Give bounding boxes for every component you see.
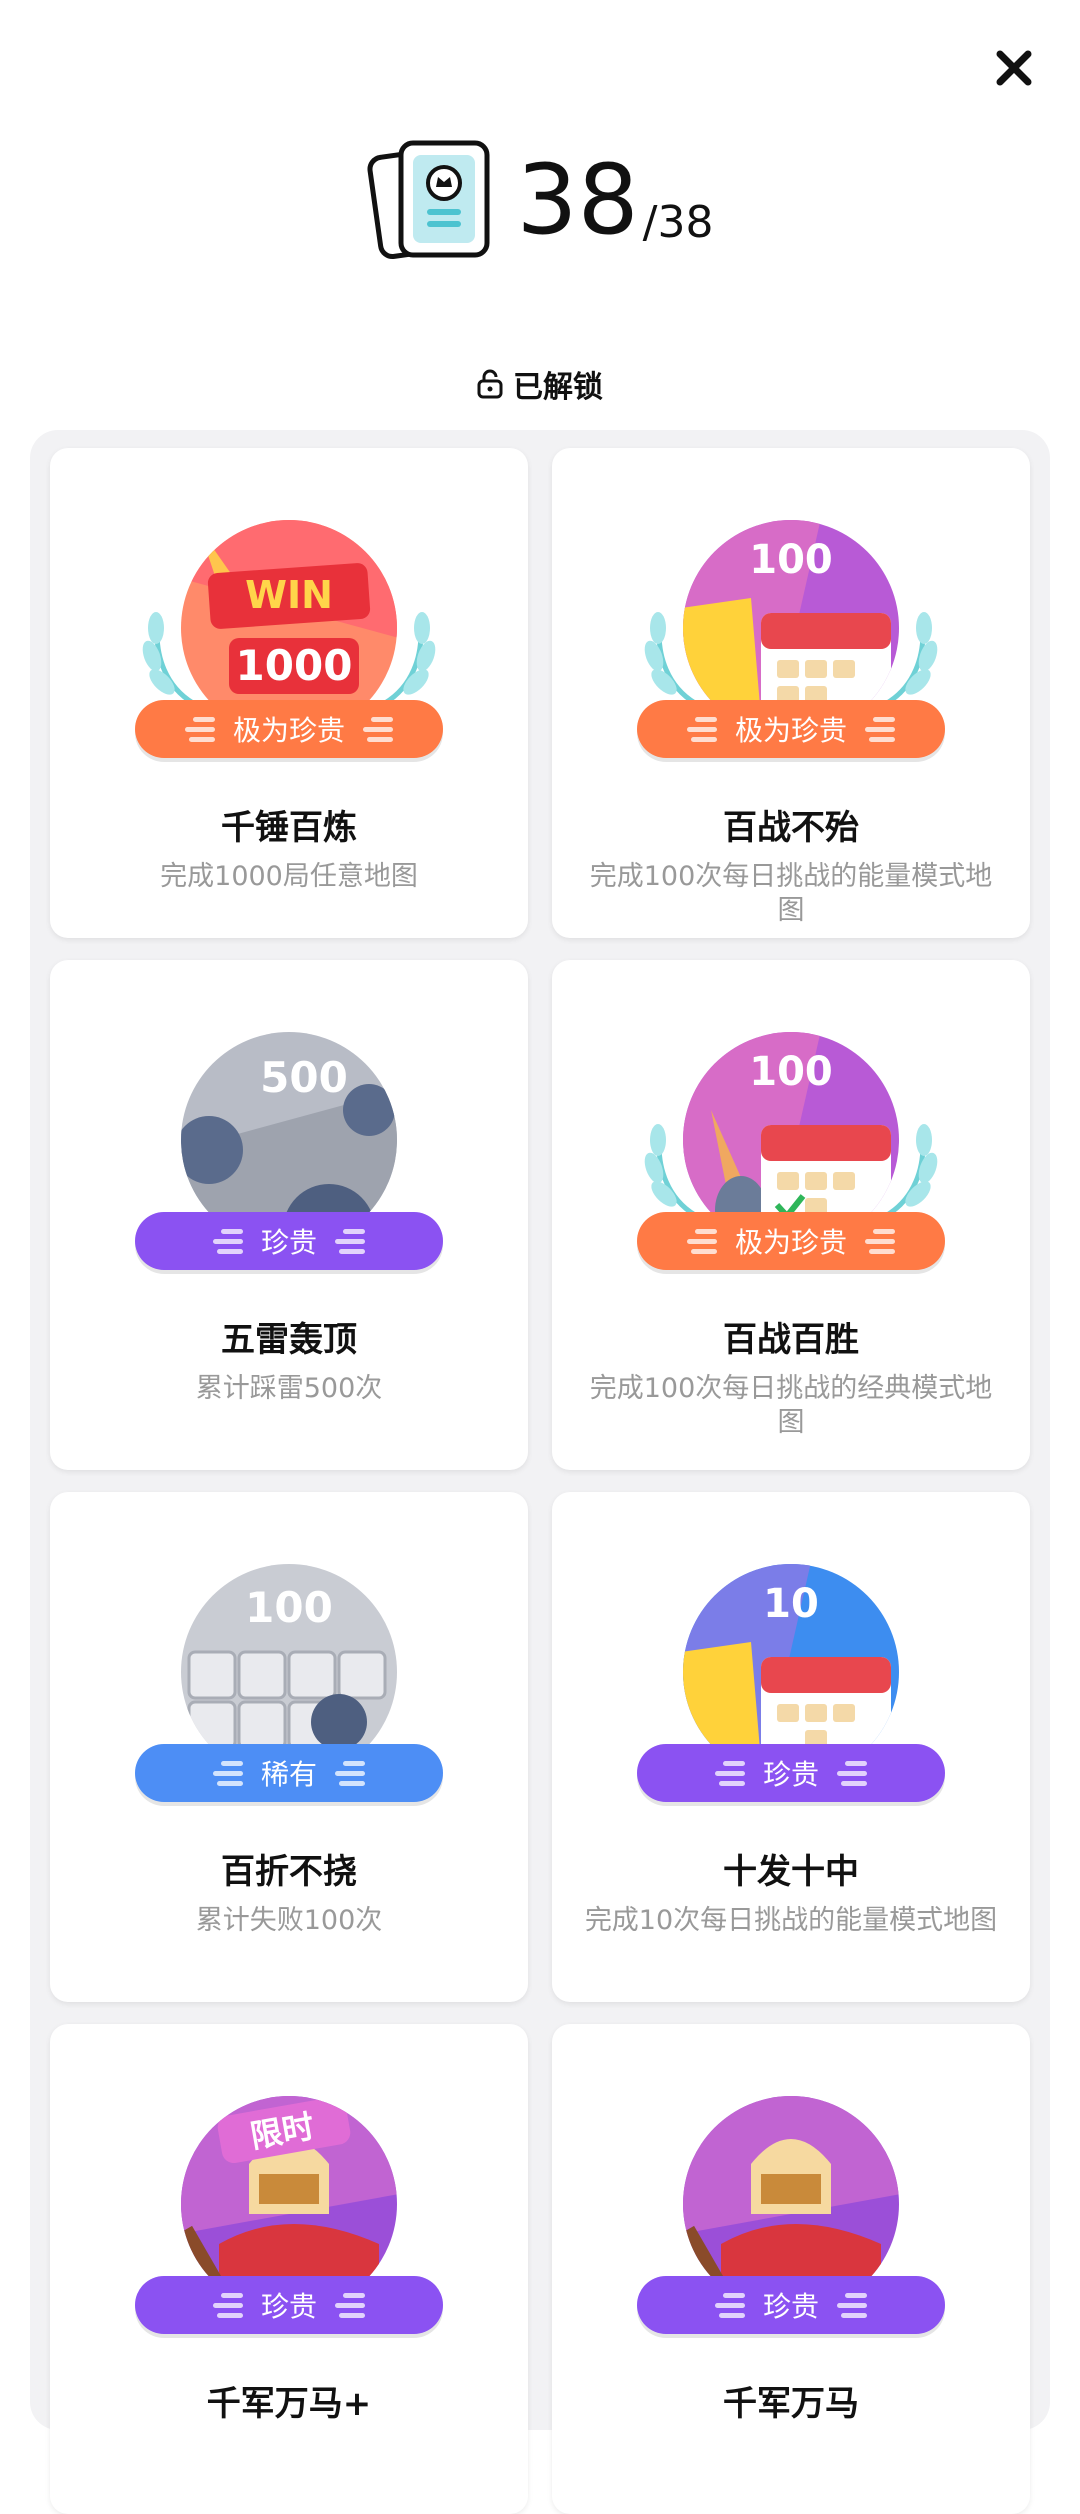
badge-number: 100 xyxy=(749,1049,833,1095)
rarity-label: 珍贵 xyxy=(762,2290,819,2323)
achievement-card[interactable]: 10 珍贵 十发十中 完成10次每日挑战的能量模式地图 xyxy=(552,1492,1030,2002)
achievement-card[interactable]: 珍贵 千军万马 xyxy=(552,2024,1030,2514)
badge-number: 100 xyxy=(749,537,833,583)
badge-top-text: WIN xyxy=(245,573,333,617)
rarity-badge: 珍贵 xyxy=(135,2276,443,2334)
rarity-label: 珍贵 xyxy=(260,1226,317,1259)
unlocked-count: 38 xyxy=(516,144,639,256)
close-button[interactable] xyxy=(986,40,1042,96)
achievement-title: 百战不殆 xyxy=(723,808,859,848)
achievement-card[interactable]: WIN 1000 极为珍贵 千锤百炼 完成1000局任意地图 xyxy=(50,448,528,938)
unlocked-filter-label: 已解锁 xyxy=(0,362,1080,406)
achievement-description: 完成1000局任意地图 xyxy=(160,861,418,892)
rarity-label: 稀有 xyxy=(260,1758,317,1791)
achievement-panel: WIN 1000 极为珍贵 千锤百炼 完成1000局任意地图 100 极为珍贵 … xyxy=(30,430,1050,2514)
rarity-badge: 极为珍贵 xyxy=(135,700,443,758)
achievement-card[interactable]: 限时 珍贵 千军万马+ xyxy=(50,2024,528,2514)
badge-number: 1000 xyxy=(236,641,353,690)
achievement-description: 完成100次每日挑战的经典模式地图 xyxy=(589,1373,993,1438)
achievement-description: 完成10次每日挑战的能量模式地图 xyxy=(584,1905,998,1936)
rarity-badge: 稀有 xyxy=(135,1744,443,1802)
achievement-title: 千军万马 xyxy=(723,2384,859,2424)
rarity-badge: 极为珍贵 xyxy=(637,1212,945,1270)
badge-number: 100 xyxy=(245,1583,333,1632)
achievement-card[interactable]: 100 稀有 百折不挠 累计失败100次 xyxy=(50,1492,528,2002)
achievement-description: 完成100次每日挑战的能量模式地图 xyxy=(589,861,993,926)
achievement-title: 千军万马+ xyxy=(206,2384,372,2424)
achievement-title: 百战百胜 xyxy=(723,1320,859,1360)
rarity-label: 极为珍贵 xyxy=(734,1226,847,1259)
collection-cards-icon xyxy=(366,140,490,260)
achievement-card[interactable]: 500 珍贵 五雷轰顶 累计踩雷500次 xyxy=(50,960,528,1470)
achievement-grid: WIN 1000 极为珍贵 千锤百炼 完成1000局任意地图 100 极为珍贵 … xyxy=(50,448,1030,2514)
close-icon xyxy=(996,50,1032,86)
achievement-card[interactable]: 100 极为珍贵 百战不殆 完成100次每日挑战的能量模式地图 xyxy=(552,448,1030,938)
rarity-badge: 珍贵 xyxy=(637,2276,945,2334)
achievement-description: 累计失败100次 xyxy=(195,1905,383,1936)
achievement-title: 百折不挠 xyxy=(221,1852,357,1892)
achievement-title: 十发十中 xyxy=(723,1852,859,1892)
collection-summary: 38 /38 xyxy=(0,130,1080,270)
rarity-badge: 极为珍贵 xyxy=(637,700,945,758)
rarity-label: 极为珍贵 xyxy=(232,714,345,747)
rarity-label: 珍贵 xyxy=(762,1758,819,1791)
achievement-title: 千锤百炼 xyxy=(221,808,357,848)
rarity-label: 珍贵 xyxy=(260,2290,317,2323)
rarity-label: 极为珍贵 xyxy=(734,714,847,747)
achievement-title: 五雷轰顶 xyxy=(221,1320,357,1360)
rarity-badge: 珍贵 xyxy=(637,1744,945,1802)
achievement-card[interactable]: 100 极为珍贵 百战百胜 完成100次每日挑战的经典模式地图 xyxy=(552,960,1030,1470)
badge-number: 500 xyxy=(260,1053,348,1102)
achievement-description: 累计踩雷500次 xyxy=(195,1373,383,1404)
badge-number: 10 xyxy=(763,1581,819,1627)
unlocked-label: 已解锁 xyxy=(513,370,603,405)
total-count: /38 xyxy=(642,197,714,248)
rarity-badge: 珍贵 xyxy=(135,1212,443,1270)
unlock-icon xyxy=(477,369,503,399)
